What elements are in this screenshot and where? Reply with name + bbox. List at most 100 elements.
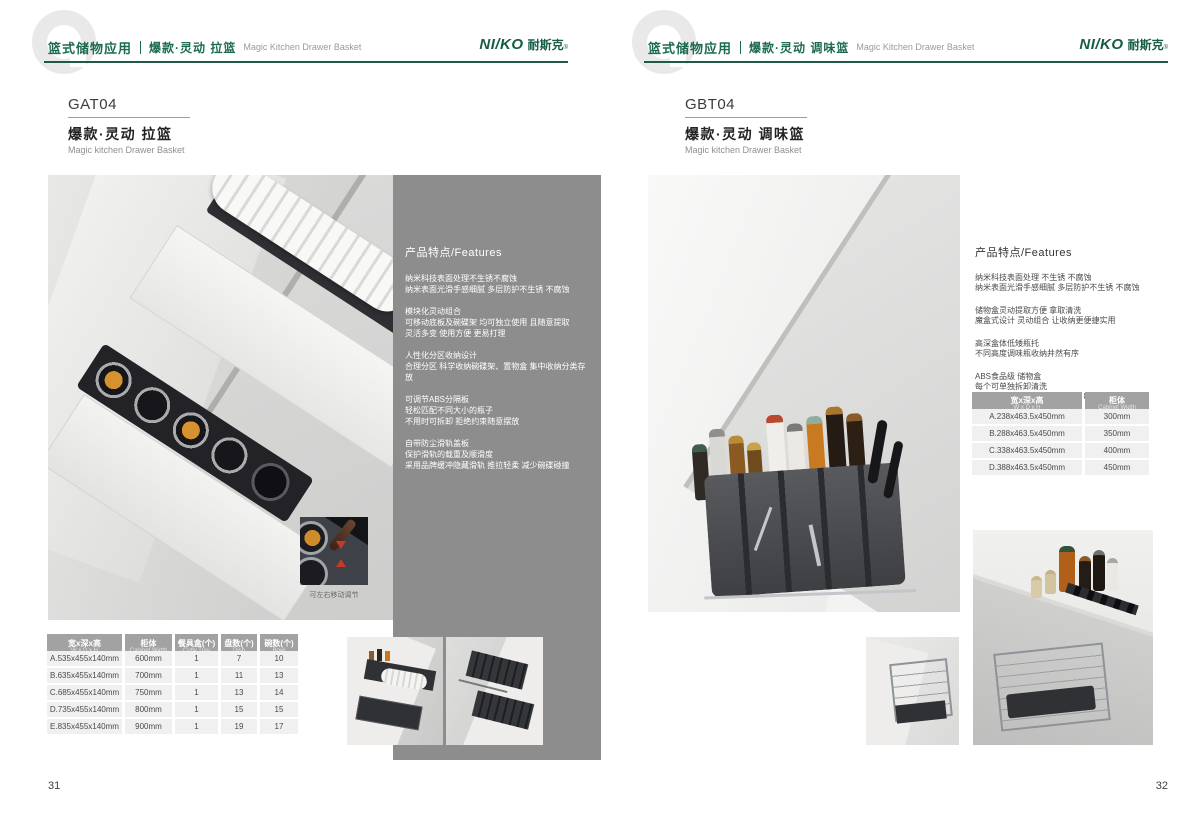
header-title-en: Magic Kitchen Drawer Basket [856,42,974,52]
main-photo-spice-basket [648,175,960,612]
feature-group: 储物盒灵动提取方便 拿取清洗 魔盒式设计 灵动组合 让收纳更便捷实用 [975,306,1165,326]
thumbnail-photo-basket-loaded [347,637,443,745]
feature-line: 自带防尘滑轨盖板 [405,438,587,449]
table-cell: E.835x455x140mm [47,719,122,734]
product-code-underline [68,117,190,118]
feature-group: 可调节ABS分隔板 轻松匹配不同大小的瓶子 不用时可拆卸 拒绝约束随意摆放 [405,394,587,427]
thumbnail-photo-wire-basket [866,637,959,745]
table-cell: 750mm [125,685,172,700]
header-divider [740,41,741,54]
photo-bottle-white [1107,558,1118,591]
table-cell: D.735x455x140mm [47,702,122,717]
feature-line: 模块化灵动组合 [405,306,587,317]
photo-bottle [1093,550,1105,591]
product-name-cn: 爆款·灵动 调味篮 [685,124,807,144]
photo-jar [1045,570,1056,594]
brand-logo-cn: 耐斯克 [1128,36,1164,53]
page-header-right: 篮式储物应用 爆款·灵动 调味篮 Magic Kitchen Drawer Ba… [648,38,974,56]
feature-line: 每个可单独拆卸清洗 [975,382,1165,392]
spec-table-left: 宽x深x高 W x D x H 柜体 Cabinet Width 餐具盒(个) … [47,634,298,734]
inset-bowl [300,521,328,555]
features-heading: 产品特点/Features [405,248,587,259]
table-cell: 1 [175,702,218,717]
feature-group: 模块化灵动组合 可移动底板及碗碟架 均可独立使用 且随意提取 灵活多变 使用方便… [405,306,587,339]
feature-group: 纳米科技表面处理不生锈不腐蚀 纳米表面光滑手感细腻 多层防护不生锈 不腐蚀 [405,273,587,295]
feature-line: 高深盒体低矮瓶托 [975,339,1165,349]
col-header-cn: 宽x深x高 [1011,396,1044,405]
table-cell: 7 [221,651,257,666]
table-cell: 600mm [125,651,172,666]
header-title-en: Magic Kitchen Drawer Basket [243,42,361,52]
feature-line: 纳米科技表面处理 不生锈 不腐蚀 [975,273,1165,283]
table-cell: 700mm [125,668,172,683]
col-header-cn: 盘数(个) [224,639,253,648]
table-cell: 1 [175,668,218,683]
feature-group: 高深盒体低矮瓶托 不同高度调味瓶收纳井然有序 [975,339,1165,359]
table-cell: 900mm [125,719,172,734]
table-cell: C.685x455x140mm [47,685,122,700]
photo-countertop-spices [973,530,1153,745]
page-number: 32 [1140,780,1168,792]
product-code: GBT04 [685,96,807,113]
product-block-left: GAT04 爆款·灵动 拉篮 Magic kitchen Drawer Bask… [68,96,190,155]
table-cell: A.238x463.5x450mm [972,409,1082,424]
feature-group: 人性化分区收纳设计 合理分区 科学收纳碗碟架、置物盒 集中收纳分类存放 [405,350,587,383]
col-header-cn: 碗数(个) [264,639,293,648]
header-category: 篮式储物应用 [648,38,732,57]
col-header-cn: 柜体 [1109,396,1125,405]
feature-line: 合理分区 科学收纳碗碟架、置物盒 集中收纳分类存放 [405,361,587,383]
product-code-underline [685,117,807,118]
table-cell: 10 [260,651,298,666]
arrow-down-icon [336,541,346,549]
feature-line: 轻松匹配不同大小的瓶子 [405,405,587,416]
table-cell: B.288x463.5x450mm [972,426,1082,441]
feature-line: 人性化分区收纳设计 [405,350,587,361]
table-cell: 13 [221,685,257,700]
photo-spice-organizer [681,399,926,610]
product-name-en: Magic kitchen Drawer Basket [68,145,190,155]
table-cell: 14 [260,685,298,700]
col-header-cn: 宽x深x高 [68,639,101,648]
feature-group: 纳米科技表面处理 不生锈 不腐蚀 纳米表面光滑手感细腻 多层防护不生锈 不腐蚀 [975,273,1165,293]
brand-logo-cn: 耐斯克 [528,36,564,53]
table-cell: 13 [260,668,298,683]
feature-line: 可调节ABS分隔板 [405,394,587,405]
features-heading: 产品特点/Features [975,248,1165,259]
header-title-cn: 爆款·灵动 拉篮 [149,39,236,56]
callout-caption: 可左右移动调节 [288,590,380,600]
table-cell: D.388x463.5x450mm [972,460,1082,475]
product-block-right: GBT04 爆款·灵动 调味篮 Magic kitchen Drawer Bas… [685,96,807,155]
table-cell: 17 [260,719,298,734]
product-code: GAT04 [68,96,190,113]
feature-line: 保护滑轨的载重及顺滑度 [405,449,587,460]
feature-line: 采用品牌缓冲隐藏滑轨 推拉轻柔 减少碗碟碰撞 [405,460,587,471]
table-cell: C.338x463.5x450mm [972,443,1082,458]
table-cell: 1 [175,651,218,666]
table-cell: 450mm [1085,460,1149,475]
inset-bowl [300,557,328,585]
col-header-cn: 柜体 [141,639,157,648]
brand-logo: NI/KO 耐斯克 ® [438,36,568,53]
header-rule [644,61,1168,63]
brand-logo-wordmark: NI/KO [479,36,523,53]
thumbnail-photo-basket-empty [446,637,543,745]
thumb-cabinet [347,637,436,745]
feature-line: 纳米表面光滑手感细腻 多层防护不生锈 不腐蚀 [405,284,587,295]
header-divider [140,41,141,54]
photo-jar [1031,576,1042,598]
thumb-bottle [377,649,382,661]
callout-inset-photo [300,517,368,585]
feature-line: 纳米科技表面处理不生锈不腐蚀 [405,273,587,284]
registered-mark: ® [564,45,568,51]
feature-line: 可移动底板及碗碟架 均可独立使用 且随意提取 [405,317,587,328]
table-cell: 15 [260,702,298,717]
features-left: 产品特点/Features 纳米科技表面处理不生锈不腐蚀 纳米表面光滑手感细腻 … [405,248,587,482]
feature-group: 自带防尘滑轨盖板 保护滑轨的载重及顺滑度 采用品牌缓冲隐藏滑轨 推拉轻柔 减少碗… [405,438,587,471]
table-cell: A.535x455x140mm [47,651,122,666]
registered-mark: ® [1164,45,1168,51]
page-header-left: 篮式储物应用 爆款·灵动 拉篮 Magic Kitchen Drawer Bas… [48,38,361,56]
feature-line: 魔盒式设计 灵动组合 让收纳更便捷实用 [975,316,1165,326]
table-cell: 300mm [1085,409,1149,424]
feature-line: 储物盒灵动提取方便 拿取清洗 [975,306,1165,316]
table-cell: 11 [221,668,257,683]
